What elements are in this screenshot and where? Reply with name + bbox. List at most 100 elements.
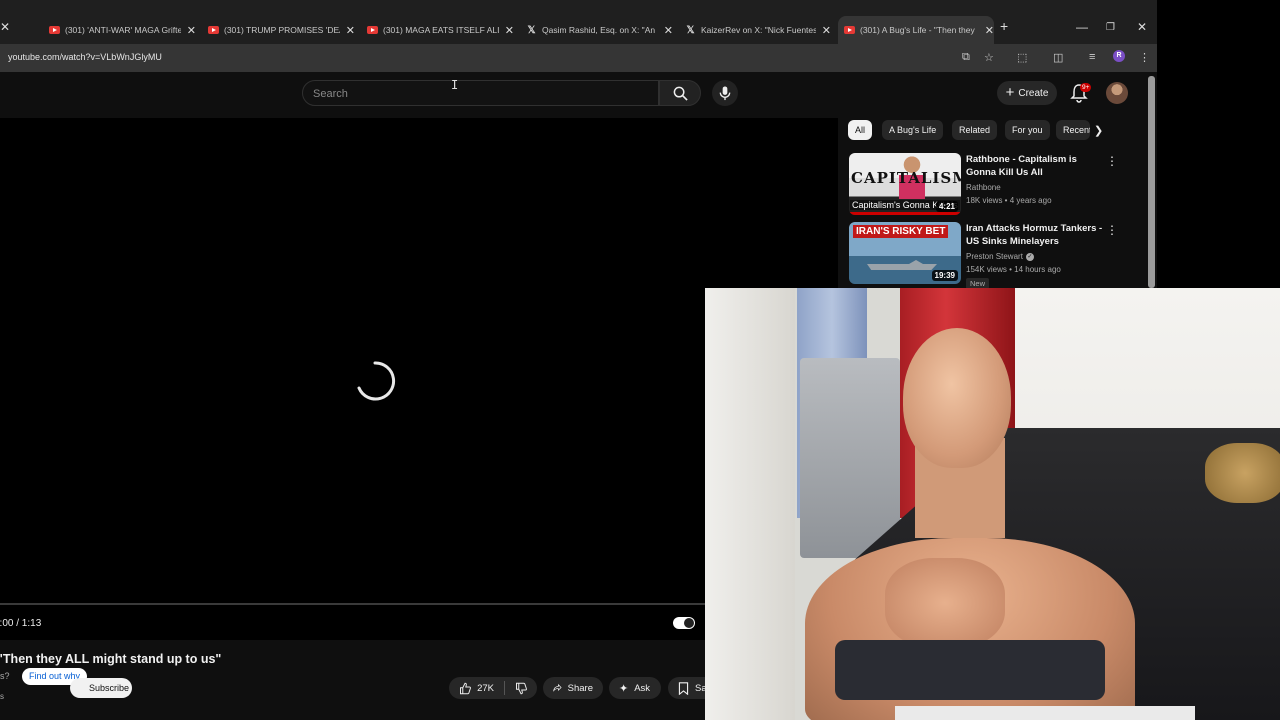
chip-all[interactable]: All (848, 120, 873, 140)
ask-label: Ask (634, 682, 651, 694)
create-button[interactable]: + Create (997, 81, 1057, 105)
address-bar: youtube.com/watch?v=VLbWnJGlyMU ⧉ ☆ ⬚ ◫ … (0, 44, 1157, 72)
tab-label: (301) MAGA EATS ITSELF ALIVE (383, 25, 499, 35)
voice-search-button[interactable] (712, 80, 738, 106)
tab-label: KaizerRev on X: "Nick Fuentes s (701, 25, 816, 35)
chip-recently-uploaded[interactable]: Recently uploaded (1056, 120, 1090, 140)
chip-related[interactable]: Related (952, 120, 998, 140)
close-icon[interactable]: ✕ (346, 24, 355, 37)
thumbnail-text: CAPITALISM (851, 169, 961, 187)
search-input[interactable] (313, 85, 643, 103)
tab-label: (301) 'ANTI-WAR' MAGA Grifte (65, 25, 181, 35)
plus-icon: + (1005, 84, 1015, 101)
tab[interactable]: 𝕏 KaizerRev on X: "Nick Fuentes s ✕ (685, 18, 831, 42)
ask-button[interactable]: ✦ Ask (609, 677, 661, 699)
pillow (1205, 443, 1280, 503)
subscriber-fragment: s (0, 692, 4, 701)
close-icon[interactable]: ✕ (822, 24, 831, 37)
tab[interactable]: 𝕏 Qasim Rashid, Esq. on X: "An u ✕ (526, 18, 673, 42)
subscribe-button[interactable]: Subscribe (70, 678, 132, 698)
profile-avatar[interactable]: R (1113, 50, 1125, 62)
subscribe-label: Subscribe (88, 683, 130, 693)
view-meta: 154K views • 14 hours ago (966, 265, 1061, 274)
laptop-edge (895, 706, 1195, 720)
close-icon[interactable]: ✕ (187, 24, 196, 37)
tab[interactable]: (301) TRUMP PROMISES 'DEATH ✕ (208, 18, 355, 42)
account-avatar[interactable] (1106, 82, 1128, 104)
thumbnail-text: IRAN'S RISKY BET (853, 225, 949, 238)
menu-kebab-icon[interactable]: ⋮ (1139, 51, 1150, 64)
microphone-icon (719, 85, 731, 100)
close-window-icon[interactable]: ✕ (1137, 20, 1147, 34)
chevron-right-icon[interactable]: ❯ (1094, 124, 1103, 137)
tab-strip: ✕ (301) 'ANTI-WAR' MAGA Grifte ✕ (301) T… (0, 0, 1157, 44)
person-head (903, 328, 1011, 468)
channel-row[interactable]: Preston Stewart ✓ (966, 252, 1034, 261)
youtube-header: + Create 9+ (0, 72, 1157, 118)
tab-active[interactable]: (301) A Bug's Life - "Then they ✕ (838, 16, 994, 44)
extensions-icon[interactable]: ⬚ (1017, 51, 1027, 64)
more-options-icon[interactable]: ⋮ (1106, 154, 1118, 168)
youtube-icon (844, 26, 855, 34)
text-cursor-icon: I (451, 78, 459, 92)
close-icon[interactable]: ✕ (664, 24, 673, 37)
youtube-icon (367, 26, 378, 34)
bookmark-star-icon[interactable]: ☆ (984, 51, 994, 64)
recommendation-title[interactable]: Rathbone - Capitalism is Gonna Kill Us A… (966, 153, 1106, 179)
scrollbar[interactable] (1148, 76, 1155, 288)
new-tab-button[interactable]: + (1000, 18, 1008, 34)
create-label: Create (1018, 87, 1049, 99)
video-thumbnail[interactable]: IRAN'S RISKY BET 19:39 (849, 222, 961, 284)
channel-name[interactable]: Rathbone (966, 183, 1001, 192)
channel-name[interactable]: Preston Stewart (966, 252, 1023, 261)
autoplay-toggle[interactable] (673, 617, 695, 629)
person-shorts (835, 640, 1105, 700)
recommendation-title[interactable]: Iran Attacks Hormuz Tankers - US Sinks M… (966, 222, 1106, 248)
x-logo-icon: 𝕏 (527, 24, 536, 36)
media-control-icon[interactable]: ≡ (1089, 51, 1095, 63)
like-count[interactable]: 27K (477, 683, 494, 694)
video-thumbnail[interactable]: CAPITALISM Capitalism's Gonna Kill Us 4:… (849, 153, 961, 215)
minimize-icon[interactable]: — (1076, 20, 1088, 34)
time-display: 0:00 / 1:13 (0, 618, 42, 629)
view-meta: 18K views • 4 years ago (966, 196, 1052, 205)
install-app-icon[interactable]: ⧉ (962, 51, 970, 64)
search-icon (673, 86, 688, 101)
tab-label: (301) A Bug's Life - "Then they (860, 25, 975, 35)
thumbs-down-icon[interactable] (515, 682, 527, 695)
duration-badge: 4:21 (935, 201, 958, 212)
tab[interactable]: (301) MAGA EATS ITSELF ALIVE ✕ (367, 18, 514, 42)
x-logo-icon: 𝕏 (686, 24, 695, 36)
restore-icon[interactable]: ❐ (1106, 22, 1115, 33)
recommendation-item[interactable]: CAPITALISM Capitalism's Gonna Kill Us 4:… (849, 153, 1139, 217)
duration-badge: 19:39 (931, 270, 958, 281)
url-field[interactable]: youtube.com/watch?v=VLbWnJGlyMU (8, 52, 162, 62)
screen: ✕ (301) 'ANTI-WAR' MAGA Grifte ✕ (301) T… (0, 0, 1280, 720)
tab-close-icon[interactable]: ✕ (0, 20, 10, 34)
person-hand (885, 558, 1005, 648)
close-icon[interactable]: ✕ (505, 24, 514, 37)
divider (503, 681, 505, 695)
chip-a-bugs-life[interactable]: A Bug's Life (882, 120, 944, 140)
recommendation-item[interactable]: IRAN'S RISKY BET 19:39 Iran Attacks Horm… (849, 222, 1139, 289)
notification-badge: 9+ (1080, 83, 1092, 92)
mini-fridge (800, 358, 900, 558)
webcam-overlay (705, 288, 1280, 720)
bookmark-icon (678, 681, 689, 695)
youtube-icon (49, 26, 60, 34)
more-options-icon[interactable]: ⋮ (1106, 223, 1118, 237)
chip-for-you[interactable]: For you (1005, 120, 1050, 140)
ship-illustration (867, 260, 937, 270)
progress-bar[interactable] (0, 603, 705, 605)
watched-progress-bar (849, 212, 961, 215)
share-button[interactable]: Share (543, 677, 603, 699)
verified-icon: ✓ (1025, 252, 1034, 261)
tab[interactable]: (301) 'ANTI-WAR' MAGA Grifte ✕ (49, 18, 196, 42)
split-view-icon[interactable]: ◫ (1053, 51, 1063, 64)
search-button[interactable] (659, 80, 701, 106)
tab-label: Qasim Rashid, Esq. on X: "An u (542, 25, 658, 35)
youtube-icon (208, 26, 219, 34)
search-bar (302, 80, 659, 106)
thumbs-up-icon[interactable] (459, 682, 471, 695)
close-icon[interactable]: ✕ (985, 24, 994, 37)
